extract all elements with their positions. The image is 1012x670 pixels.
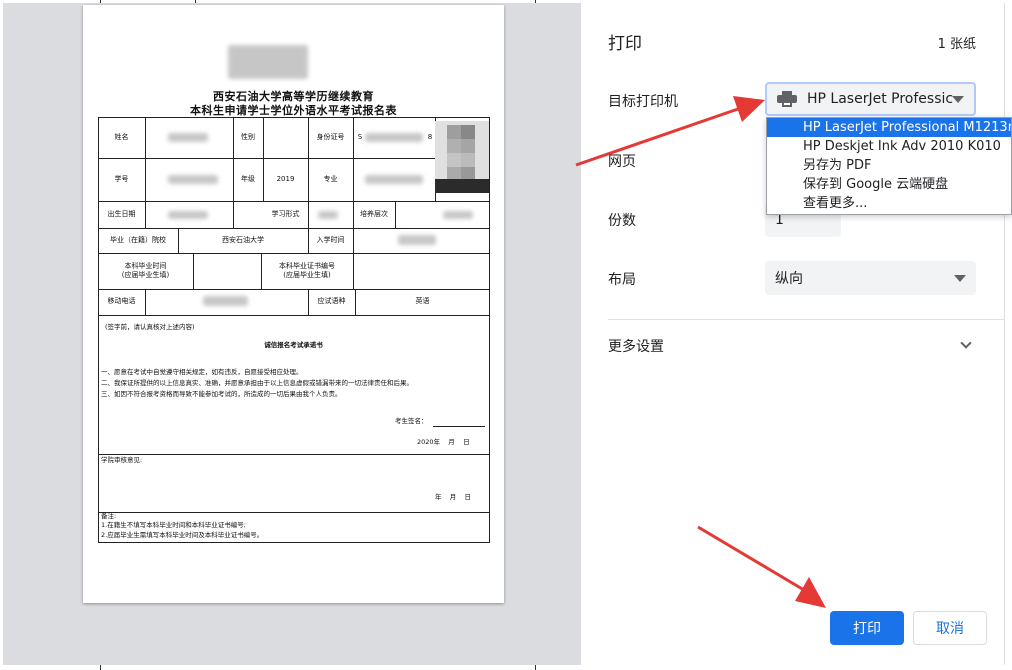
redacted-block [443,211,473,219]
label-bachelor-time-line1: 本科毕业时间 [124,261,167,270]
pledge-line-1: 一、愿意在考试中自觉遵守相关规定，如有违反，自愿接受相应处理。 [101,368,303,376]
sheet-count: 1 张纸 [937,37,976,52]
printer-option[interactable]: 查看更多... [767,194,1011,213]
table-line [353,253,354,289]
printer-option[interactable]: 保存到 Google 云端硬盘 [767,175,1011,194]
label-phone: 移动电话 [107,297,136,306]
expand-chevron-icon[interactable] [960,337,972,349]
label-birth: 出生日期 [107,209,136,218]
label-cert-no: 本科毕业证书编号 (应届毕业生填) [261,253,353,289]
label-grade: 年级 [241,174,255,183]
table-line [395,201,396,228]
label-name: 姓名 [114,132,129,141]
pledge-title: 诚信报名考试承诺书 [264,341,323,349]
id-value-end: 8 [427,132,433,141]
label-level: 培养层次 [360,209,388,218]
destination-value: HP LaserJet Professic [807,91,954,107]
more-settings-label[interactable]: 更多设置 [608,336,664,356]
cancel-button[interactable]: 取消 [913,611,987,645]
print-preview-area: 西安石油大学高等学历继续教育 本科生申请学士学位外语水平考试报名表 姓名 性别 … [3,3,581,665]
printer-option[interactable]: HP Deskjet Ink Adv 2010 K010 [767,137,1011,156]
label-cert-no-line1: 本科毕业证书编号 [279,261,335,270]
label-major: 专业 [323,174,338,183]
redacted-block [365,175,423,184]
preview-page: 西安石油大学高等学历继续教育 本科生申请学士学位外语水平考试报名表 姓名 性别 … [83,5,504,603]
print-settings-panel: 打印 1 张纸 目标打印机 HP LaserJet Professic 网页 份… [581,3,1005,665]
document-title-line2: 本科生申请学士学位外语水平考试报名表 [190,104,397,117]
table-line [98,512,490,513]
dialog-title: 打印 [608,34,642,54]
label-study-form: 学习形式 [271,209,300,218]
label-enroll-time: 入学时间 [316,235,345,244]
redacted-block [318,211,338,219]
label-student-no: 学号 [114,174,129,183]
chevron-down-icon [954,275,966,282]
exam-lang-value: 英语 [415,297,430,306]
divider [608,319,1004,320]
pledge-line-2: 二、我保证所提供的以上信息真实、准确，并愿意承担由于以上信息虚假或错漏带来的一切… [101,379,413,387]
review-date: 年 月 日 [435,493,472,501]
table-line [353,228,354,253]
redacted-block [203,296,248,306]
table-line [145,117,146,228]
destination-select[interactable]: HP LaserJet Professic [765,82,976,116]
label-exam-lang: 应试语种 [317,297,346,306]
review-label: 学院审核意见: [101,456,143,464]
table-line [98,454,490,455]
label-id: 身份证号 [316,132,345,141]
table-line [98,315,490,316]
pledge-date: 2020年 月 日 [417,438,470,446]
label-grad-school: 毕业（在籍）院校 [110,235,166,244]
label-cert-no-line2: (应届毕业生填) [283,271,331,279]
print-button[interactable]: 打印 [830,611,904,645]
pages-label: 网页 [608,154,636,170]
applicant-photo [435,121,489,193]
pledge-note: (签字前，请认真核对上述内容) [105,323,195,331]
layout-label: 布局 [608,272,636,288]
grad-school-value: 西安石油大学 [222,235,264,244]
label-gender: 性别 [241,132,255,141]
redacted-block [365,133,423,142]
redacted-block [398,235,436,245]
label-bachelor-time: 本科毕业时间 (应届毕业生填) [98,253,193,289]
note-line-1: 1.在籍生不填写本科毕业时间和本科毕业证书编号; [101,521,246,529]
redacted-block [228,45,308,79]
chevron-down-icon [952,96,964,103]
copies-label: 份数 [608,213,636,229]
printer-dropdown-list: HP LaserJet Professional M1213n HP Deskj… [766,117,1012,215]
note-line-2: 2.应届毕业生需填写本科毕业时间及本科毕业证书编号。 [101,531,264,539]
grade-value: 2019 [276,174,295,183]
redacted-block [168,133,208,142]
id-value-start: S [357,132,363,141]
table-line [145,289,146,315]
destination-label: 目标打印机 [608,94,678,110]
table-line [193,253,194,289]
signature-line [433,426,485,427]
redacted-block [168,211,208,219]
table-line [233,201,234,228]
printer-option[interactable]: 另存为 PDF [767,156,1011,175]
printer-option[interactable]: HP LaserJet Professional M1213n [767,118,1011,137]
redacted-block [168,175,218,184]
layout-value: 纵向 [775,271,803,287]
signature-label: 考生签名： [395,417,428,425]
layout-select[interactable]: 纵向 [765,261,976,295]
printer-icon [777,91,797,107]
pledge-line-3: 三、如因不符合报考资格而导致不能参加考试的，所造成的一切后果由我个人负责。 [101,390,342,398]
label-bachelor-time-line2: (应届毕业生填) [121,271,170,279]
